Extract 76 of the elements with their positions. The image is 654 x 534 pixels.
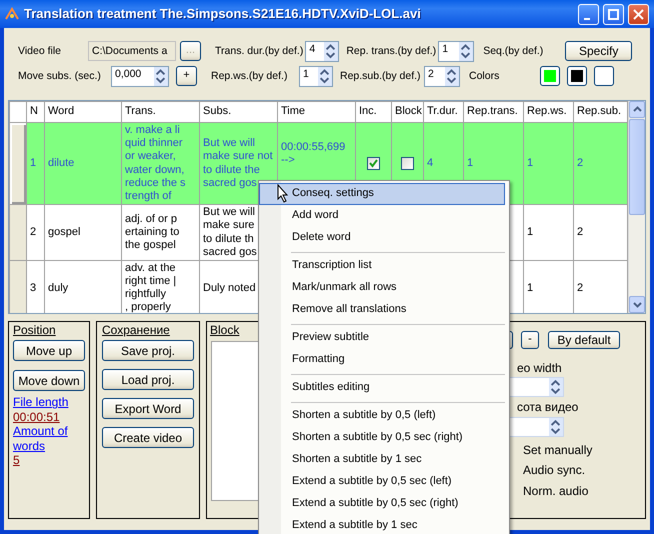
app-icon bbox=[4, 6, 20, 22]
scrollbar[interactable] bbox=[628, 101, 645, 313]
mouse-cursor-icon bbox=[277, 184, 289, 203]
color-swatch[interactable] bbox=[594, 66, 614, 86]
group-title: Block bbox=[210, 323, 240, 338]
field-label: Move subs. (sec.) bbox=[18, 70, 102, 82]
link[interactable]: File length bbox=[13, 395, 68, 410]
field-label: сота видео bbox=[517, 400, 578, 415]
close-icon bbox=[633, 8, 644, 20]
color-swatch[interactable] bbox=[540, 66, 560, 86]
menu-item[interactable]: Preview subtitle bbox=[259, 327, 505, 349]
file-path-field[interactable]: C:\Documents a bbox=[88, 41, 176, 61]
minimize-button[interactable] bbox=[578, 4, 599, 24]
table-cell: 1 bbox=[524, 122, 574, 205]
project-button[interactable]: Load proj. bbox=[102, 369, 194, 390]
checkbox[interactable] bbox=[401, 156, 414, 170]
table-cell: 2 bbox=[26, 204, 44, 260]
plus-button[interactable]: + bbox=[176, 66, 197, 86]
field-label: Trans. dur.(by def.) bbox=[215, 44, 304, 58]
menu-item[interactable]: Formatting bbox=[259, 349, 505, 371]
number-spinner[interactable] bbox=[507, 377, 564, 398]
maximize-icon bbox=[608, 8, 619, 20]
table-cell: 1 bbox=[524, 204, 574, 260]
menu-item[interactable]: Conseq. settings bbox=[259, 183, 505, 205]
field-label: Rep.sub.(by def.) bbox=[340, 70, 422, 82]
color-swatch[interactable] bbox=[567, 66, 587, 86]
table-cell: 1 bbox=[26, 122, 44, 205]
move-button[interactable]: Move down bbox=[13, 370, 85, 392]
checkbox[interactable] bbox=[367, 156, 380, 170]
row-header[interactable] bbox=[10, 122, 26, 205]
option-label: Audio sync. bbox=[523, 463, 586, 478]
menu-item[interactable]: Shorten a subtitle by 0,5 sec (right) bbox=[259, 427, 505, 449]
file-length-value: 00:00:51 bbox=[13, 410, 60, 424]
specify-button[interactable]: Specify bbox=[565, 41, 632, 61]
maximize-button[interactable] bbox=[603, 4, 624, 24]
menu-item[interactable]: Extend a subtitle by 0,5 sec (left) bbox=[259, 471, 505, 493]
number-spinner[interactable]: 1 bbox=[299, 66, 333, 86]
number-spinner[interactable]: 0,000 bbox=[111, 66, 169, 86]
field-label: Rep. trans.(by def.) bbox=[346, 44, 436, 58]
number-spinner[interactable]: 1 bbox=[438, 40, 474, 62]
link[interactable]: Amount of words bbox=[13, 424, 85, 453]
menu-item[interactable]: Shorten a subtitle by 1 sec bbox=[259, 449, 505, 471]
table-cell: dilute bbox=[44, 122, 122, 205]
field-label: Seq.(by def.) bbox=[483, 44, 544, 58]
group-title: Сохранение bbox=[102, 323, 171, 338]
field-label: eo width bbox=[517, 361, 562, 376]
word-count: 5 bbox=[13, 452, 20, 468]
group-title: Position bbox=[13, 323, 57, 338]
menu-item[interactable]: Subtitles editing bbox=[259, 377, 505, 399]
field-label: Colors bbox=[469, 70, 500, 82]
number-spinner[interactable]: 2 bbox=[424, 66, 460, 86]
minus-button[interactable]: - bbox=[521, 331, 539, 349]
option-label: Norm. audio bbox=[523, 484, 588, 498]
option-label: Set manually bbox=[523, 442, 592, 458]
project-button[interactable]: Create video bbox=[102, 427, 194, 448]
menu-item[interactable]: Extend a subtitle by 1 sec bbox=[259, 515, 505, 534]
menu-item[interactable]: Shorten a subtitle by 0,5 (left) bbox=[259, 405, 505, 427]
field-label: Video file bbox=[18, 44, 62, 58]
table-cell: 2 bbox=[574, 122, 628, 205]
number-spinner[interactable]: 4 bbox=[305, 40, 340, 62]
number-spinner[interactable] bbox=[507, 416, 564, 437]
menu-item[interactable]: Remove all translations bbox=[259, 299, 505, 321]
table-cell: gospel bbox=[44, 204, 122, 260]
project-button[interactable]: Export Word bbox=[102, 398, 194, 420]
table-cell: adj. of or p ertaining to the gospel bbox=[122, 204, 200, 260]
field-label: Rep.ws.(by def.) bbox=[211, 70, 288, 82]
menu-item[interactable]: Extend a subtitle by 0,5 sec (right) bbox=[259, 493, 505, 515]
move-button[interactable]: Move up bbox=[13, 340, 85, 362]
project-button[interactable]: Save proj. bbox=[102, 340, 194, 362]
table-cell: But we will make sure not to dilute the sacred gos bbox=[200, 122, 278, 205]
close-button[interactable] bbox=[628, 4, 649, 24]
default-button[interactable]: By default bbox=[548, 331, 620, 349]
table-cell: v. make a li quid thinner or weaker, water down, reduce the s trength of bbox=[122, 122, 200, 205]
window-title: Translation treatment The.Simpsons.S21E16.HDTV.XviD-LOL.avi bbox=[24, 6, 422, 22]
minimize-icon bbox=[584, 18, 590, 20]
menu-item[interactable]: Mark/unmark all rows bbox=[259, 277, 505, 299]
